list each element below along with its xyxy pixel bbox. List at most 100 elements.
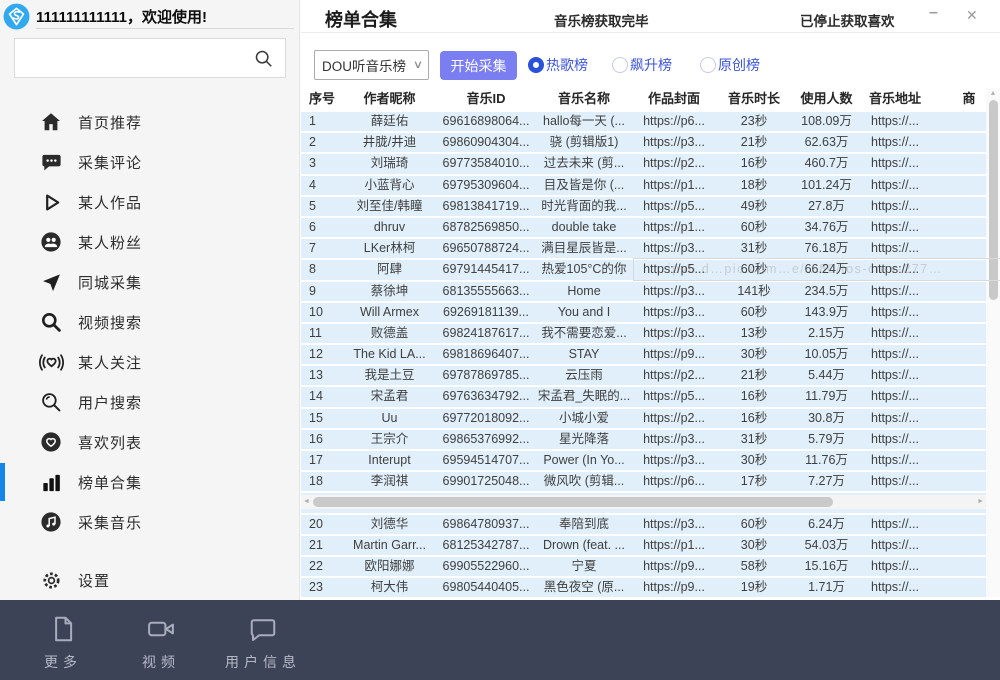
table-cell: 69791445417...: [436, 260, 536, 279]
table-cell: 9: [309, 282, 343, 301]
table-cell: 69864780937...: [436, 515, 536, 534]
scroll-right-arrow-icon[interactable]: ►: [977, 498, 984, 505]
sidebar-item-charts[interactable]: 榜单合集: [0, 462, 300, 502]
sidebar: 111111111111，欢迎使用! 首页推荐 采集评论: [0, 0, 300, 600]
status-likes-stopped: 已停止获取喜欢: [800, 10, 895, 30]
table-row[interactable]: 3刘瑞琦69773584010...过去未来 (剪...https://p2..…: [301, 154, 986, 173]
table-row[interactable]: 21Martin Garr...68125342787...Drown (fea…: [301, 536, 986, 555]
radio-dot: [612, 57, 628, 73]
table-row[interactable]: 6dhruv68782569850...double takehttps://p…: [301, 218, 986, 237]
scroll-left-arrow-icon[interactable]: ◄: [303, 498, 310, 505]
table-cell: https://p9...: [632, 557, 716, 576]
table-cell: 1.71万: [792, 578, 861, 597]
table-cell: 68125342787...: [436, 536, 536, 555]
footer-item-more[interactable]: 更多: [8, 614, 118, 672]
horizontal-scrollbar[interactable]: ◄ ►: [301, 495, 986, 509]
table-cell: 17秒: [716, 472, 792, 491]
table-row[interactable]: 20刘德华69864780937...奉陪到底https://p3...60秒6…: [301, 515, 986, 534]
table-row[interactable]: 23柯大伟69805440405...黑色夜空 (原...https://p9.…: [301, 578, 986, 597]
table-cell: 69795309604...: [436, 176, 536, 195]
table-cell: 13秒: [716, 324, 792, 343]
table-cell: 108.09万: [792, 112, 861, 131]
table-row[interactable]: 4小蓝背心69795309604...目及皆是你 (...https://p1.…: [301, 176, 986, 195]
broadcast-heart-icon: [38, 349, 64, 375]
table-cell: https://...: [861, 387, 929, 406]
table-cell: 69594514707...: [436, 451, 536, 470]
table-cell: 柯大伟: [343, 578, 436, 597]
table-row[interactable]: 2井胧/井迪69860904304...骁 (剪辑版1)https://p3..…: [301, 133, 986, 152]
footer-item-user-info[interactable]: 用户信息: [208, 614, 318, 672]
table-cell: 11: [309, 324, 343, 343]
table-cell: 15: [309, 409, 343, 428]
table-cell: 54.03万: [792, 536, 861, 555]
sidebar-item-label: 采集评论: [78, 152, 142, 173]
footer-item-video[interactable]: 视频: [106, 614, 216, 672]
table-cell: 云压雨: [536, 366, 632, 385]
table-row[interactable]: 5刘至佳/韩瞳69813841719...时光背面的我...https://p5…: [301, 197, 986, 216]
chart-source-select[interactable]: DOU听音乐榜 ∨: [314, 50, 429, 80]
table-row[interactable]: 18李润祺69901725048...微风吹 (剪辑...https://p6.…: [301, 472, 986, 491]
table-row[interactable]: 8阿肆69791445417...热爱105°C的你https://p5...6…: [301, 260, 986, 279]
table-row[interactable]: 1薛廷佑69616898064...hallo每一天 (...https://p…: [301, 112, 986, 131]
sidebar-item-settings[interactable]: 设置: [0, 560, 300, 600]
table-cell: 69773584010...: [436, 154, 536, 173]
table-row[interactable]: 11败德盖69824187617...我不需要恋爱...https://p3..…: [301, 324, 986, 343]
table-cell: 5: [309, 197, 343, 216]
table-row[interactable]: 9蔡徐坤68135555663...Homehttps://p3...141秒2…: [301, 282, 986, 301]
start-collect-button[interactable]: 开始采集: [440, 51, 517, 80]
sidebar-item-fans[interactable]: 某人粉丝: [0, 222, 300, 262]
search-input[interactable]: [23, 43, 253, 73]
scroll-up-arrow-icon[interactable]: ▲: [986, 88, 1000, 97]
table-cell: 6: [309, 218, 343, 237]
sidebar-item-city[interactable]: 同城采集: [0, 262, 300, 302]
table-row[interactable]: 15Uu69772018092...小城小爱https://p2...16秒30…: [301, 409, 986, 428]
table-row[interactable]: 16王宗介69865376992...星光降落https://p3...31秒5…: [301, 430, 986, 449]
sidebar-item-comments[interactable]: 采集评论: [0, 142, 300, 182]
minimize-button[interactable]: –: [929, 4, 938, 22]
sidebar-item-user-search[interactable]: 用户搜索: [0, 382, 300, 422]
table-cell: https://p3...: [632, 282, 716, 301]
table-cell: 69824187617...: [436, 324, 536, 343]
table-row[interactable]: 12The Kid LA...69818696407...STAYhttps:/…: [301, 345, 986, 364]
sidebar-item-works[interactable]: 某人作品: [0, 182, 300, 222]
sidebar-item-label: 某人粉丝: [78, 232, 142, 253]
table-cell: 7.27万: [792, 472, 861, 491]
table-cell: 10.05万: [792, 345, 861, 364]
table-row[interactable]: 10Will Armex69269181139...You and Ihttps…: [301, 303, 986, 322]
table-cell: 13: [309, 366, 343, 385]
sidebar-item-video-search[interactable]: 视频搜索: [0, 302, 300, 342]
heart-circle-icon: [38, 429, 64, 455]
sidebar-search: [14, 38, 286, 78]
table-row[interactable]: 13我是土豆69787869785...云压雨https://p2...21秒5…: [301, 366, 986, 385]
table-cell: https://...: [861, 154, 929, 173]
sidebar-item-collect-music[interactable]: 采集音乐: [0, 502, 300, 542]
table-cell: 58秒: [716, 557, 792, 576]
table-cell: 18: [309, 472, 343, 491]
table-cell: 68782569850...: [436, 218, 536, 237]
table-cell: 49秒: [716, 197, 792, 216]
table-row[interactable]: 7LKer林柯69650788724...满目星辰皆是...https://p3…: [301, 239, 986, 258]
table-cell: Drown (feat. ...: [536, 536, 632, 555]
table-cell: https://p9...: [632, 578, 716, 597]
table-cell: 21秒: [716, 133, 792, 152]
table-cell: https://...: [861, 176, 929, 195]
table-cell: 刘瑞琦: [343, 154, 436, 173]
table-cell: https://...: [861, 197, 929, 216]
close-button[interactable]: ✕: [966, 7, 978, 24]
horizontal-scroll-thumb[interactable]: [313, 497, 833, 507]
sidebar-item-home[interactable]: 首页推荐: [0, 102, 300, 142]
sidebar-item-label: 视频搜索: [78, 312, 142, 333]
titlebar: 榜单合集 音乐榜获取完毕 已停止获取喜欢 – ✕: [301, 0, 1000, 33]
sidebar-item-follows[interactable]: 某人关注: [0, 342, 300, 382]
sidebar-item-likes[interactable]: 喜欢列表: [0, 422, 300, 462]
vertical-scrollbar[interactable]: ▲: [986, 88, 1000, 597]
radio-rising-chart[interactable]: 飙升榜: [612, 55, 672, 75]
column-header: 作品封面: [632, 88, 716, 112]
table-row[interactable]: 17Interupt69594514707...Power (In Yo...h…: [301, 451, 986, 470]
radio-original-chart[interactable]: 原创榜: [700, 55, 760, 75]
table-row[interactable]: 22欧阳娜娜69905522960...宁夏https://p9...58秒15…: [301, 557, 986, 576]
table-row[interactable]: 14宋孟君69763634792...宋孟君_失眠的...https://p5.…: [301, 387, 986, 406]
search-icon[interactable]: [253, 48, 275, 70]
table-cell: 14: [309, 387, 343, 406]
radio-hot-chart[interactable]: 热歌榜: [528, 55, 588, 75]
